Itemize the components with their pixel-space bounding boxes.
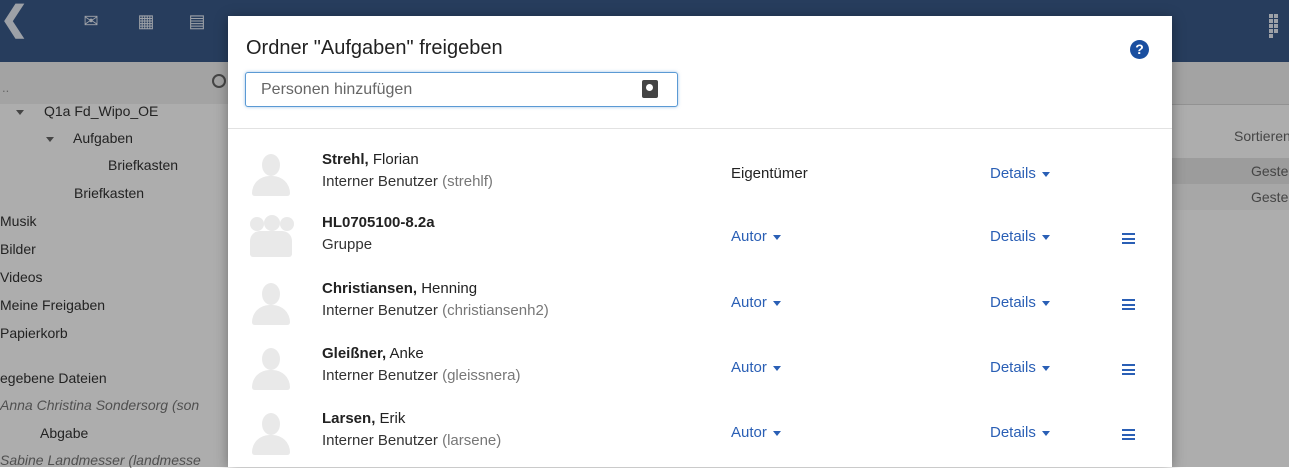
details-dropdown[interactable]: Details	[990, 424, 1050, 441]
details-label: Details	[990, 165, 1036, 182]
role-label: Autor	[731, 424, 767, 441]
person-avatar-icon	[250, 283, 292, 327]
details-dropdown[interactable]: Details	[990, 359, 1050, 376]
hamburger-menu-icon[interactable]	[1122, 364, 1135, 375]
hamburger-menu-icon[interactable]	[1122, 233, 1135, 244]
member-type-label: Gruppe	[322, 236, 373, 253]
help-icon[interactable]: ?	[1130, 40, 1149, 59]
member-first-name: Erik	[379, 410, 406, 427]
role-label: Autor	[731, 359, 767, 376]
role-dropdown[interactable]: Autor	[731, 228, 781, 245]
role-label: Autor	[731, 228, 767, 245]
member-uid: (larsene)	[442, 432, 502, 449]
details-label: Details	[990, 359, 1036, 376]
person-avatar-icon	[250, 348, 292, 392]
member-type: Interner Benutzer (christiansenh2)	[322, 302, 549, 319]
member-first-name: Florian	[372, 151, 419, 168]
role-label: Eigentümer	[731, 165, 808, 182]
member-last-name: HL0705100-8.2a	[322, 214, 435, 231]
group-avatar-icon	[250, 215, 294, 261]
details-dropdown[interactable]: Details	[990, 165, 1050, 182]
member-first-name: Henning	[421, 280, 478, 297]
role-label: Autor	[731, 294, 767, 311]
member-last-name: Larsen,	[322, 410, 376, 427]
member-type: Interner Benutzer (gleissnera)	[322, 367, 520, 384]
details-dropdown[interactable]: Details	[990, 294, 1050, 311]
chevron-down-icon	[1041, 171, 1050, 177]
hamburger-menu-icon[interactable]	[1122, 429, 1135, 440]
member-last-name: Gleißner,	[322, 345, 387, 362]
member-last-name: Christiansen,	[322, 280, 418, 297]
member-last-name: Strehl,	[322, 151, 369, 168]
member-row: Gleißner, Anke Interner Benutzer (gleissn…	[228, 345, 1172, 409]
member-type-label: Interner Benutzer	[322, 302, 438, 319]
address-book-icon[interactable]	[642, 80, 658, 98]
chevron-down-icon	[772, 430, 781, 436]
role-dropdown[interactable]: Autor	[731, 359, 781, 376]
chevron-down-icon	[1041, 430, 1050, 436]
details-label: Details	[990, 424, 1036, 441]
details-label: Details	[990, 294, 1036, 311]
member-row: Strehl, Florian Interner Benutzer (strehl…	[228, 151, 1172, 215]
chevron-down-icon	[1041, 365, 1050, 371]
member-type-label: Interner Benutzer	[322, 367, 438, 384]
member-name: Larsen, Erik	[322, 410, 405, 427]
member-uid: (christiansenh2)	[442, 302, 549, 319]
hamburger-menu-icon[interactable]	[1122, 299, 1135, 310]
details-dropdown[interactable]: Details	[990, 228, 1050, 245]
add-people-input[interactable]	[245, 72, 678, 107]
member-uid: (gleissnera)	[442, 367, 521, 384]
chevron-down-icon	[772, 234, 781, 240]
chevron-down-icon	[772, 300, 781, 306]
person-avatar-icon	[250, 413, 292, 457]
member-name: Gleißner, Anke	[322, 345, 424, 362]
member-type: Gruppe	[322, 236, 372, 253]
person-avatar-icon	[250, 154, 292, 198]
member-type: Interner Benutzer (strehlf)	[322, 173, 493, 190]
share-folder-dialog: Ordner "Aufgaben" freigeben ? Strehl, Fl…	[228, 16, 1172, 467]
member-type-label: Interner Benutzer	[322, 173, 438, 190]
chevron-down-icon	[772, 365, 781, 371]
member-type: Interner Benutzer (larsene)	[322, 432, 501, 449]
member-name: Strehl, Florian	[322, 151, 419, 168]
chevron-down-icon	[1041, 234, 1050, 240]
member-row: Larsen, Erik Interner Benutzer (larsene) A…	[228, 410, 1172, 467]
role-dropdown[interactable]: Autor	[731, 424, 781, 441]
dialog-title: Ordner "Aufgaben" freigeben	[246, 37, 503, 59]
member-first-name: Anke	[389, 345, 424, 362]
role-dropdown[interactable]: Autor	[731, 294, 781, 311]
divider	[228, 128, 1172, 129]
member-type-label: Interner Benutzer	[322, 432, 438, 449]
details-label: Details	[990, 228, 1036, 245]
member-row: HL0705100-8.2a Gruppe Autor Details	[228, 214, 1172, 278]
member-name: HL0705100-8.2a	[322, 214, 435, 231]
chevron-down-icon	[1041, 300, 1050, 306]
member-row: Christiansen, Henning Interner Benutzer (…	[228, 280, 1172, 344]
member-uid: (strehlf)	[442, 173, 493, 190]
member-name: Christiansen, Henning	[322, 280, 477, 297]
